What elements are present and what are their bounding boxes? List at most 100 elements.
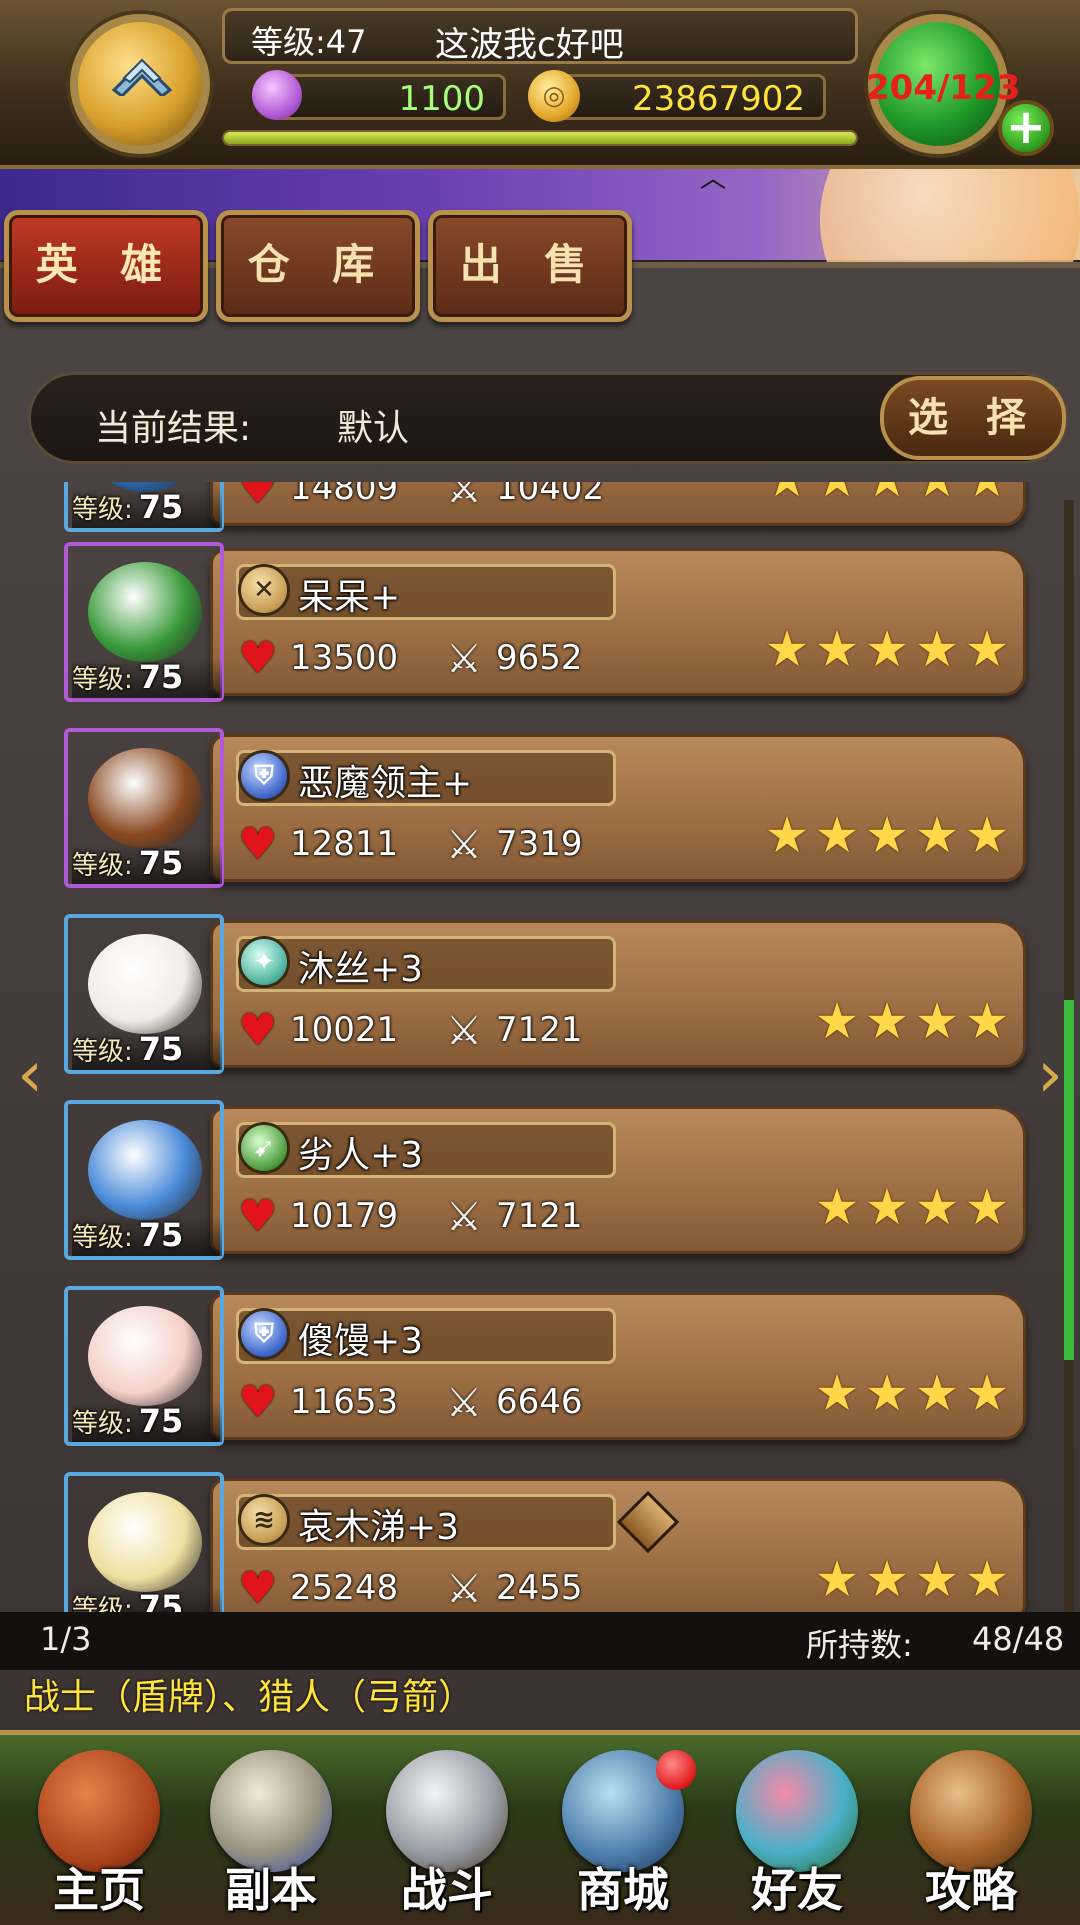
filter-label: 当前结果: [95, 408, 252, 449]
hero-face-icon [88, 934, 202, 1034]
nav-battle-label: 战斗 [401, 1863, 493, 1917]
filter-value: 默认 [337, 408, 410, 449]
hero-face-icon [88, 748, 202, 848]
gem-icon [252, 70, 302, 120]
hero-face-icon [88, 1306, 202, 1406]
hero-hp: 13500 [290, 638, 399, 678]
star-icon: ★ [914, 1364, 960, 1422]
player-info-bar: 等级:47 这波我c好吧 [222, 8, 858, 65]
hero-row[interactable]: 等级: 75 ✦ 沐丝+3 ♥ 10021 ⚔ 7121 ★ ★ ★ ★ [0, 914, 1080, 1084]
chevron-up-icon [111, 58, 173, 96]
player-name: 这波我c好吧 [435, 25, 624, 65]
tab-heroes[interactable]: 英 雄 [4, 210, 208, 322]
heart-icon: ♥ [238, 1191, 278, 1242]
hero-portrait[interactable]: 等级: 75 [64, 1286, 224, 1446]
hero-star-rating: ★ ★ ★ ★ [810, 1550, 1010, 1608]
crossed-swords-icon: ⚔ [446, 1380, 482, 1426]
player-level: 等级:47 [251, 23, 367, 61]
hero-level-label: 等级: [72, 665, 133, 695]
hero-portrait[interactable]: 等级: 75 [64, 1100, 224, 1260]
crossed-swords-icon: ⚔ [446, 1194, 482, 1240]
star-icon: ★ [814, 482, 860, 504]
star-icon: ★ [964, 620, 1010, 678]
hero-portrait[interactable]: 等级: 75 [64, 482, 224, 532]
hero-portrait[interactable]: 等级: 75 [64, 542, 224, 702]
claw-icon: ≋ [238, 1494, 290, 1546]
tab-warehouse[interactable]: 仓 库 [216, 210, 420, 322]
bow-icon: ➹ [238, 1122, 290, 1174]
hero-attack: 2455 [496, 1568, 583, 1608]
hero-row[interactable]: 等级: 75 ≋ 哀木涕+3 ♥ 25248 ⚔ 2455 ★ ★ ★ ★ [0, 1472, 1080, 1612]
tab-sell[interactable]: 出 售 [428, 210, 632, 322]
hero-level-value: 75 [138, 1030, 184, 1068]
nav-guide-label: 攻略 [925, 1863, 1017, 1917]
nav-dungeon-label: 副本 [225, 1863, 317, 1917]
prev-page-arrow[interactable]: ‹ [10, 1040, 50, 1110]
crossed-swords-icon: ⚔ [446, 636, 482, 682]
hero-attack: 6646 [496, 1382, 583, 1422]
hero-portrait[interactable]: 等级: 75 [64, 914, 224, 1074]
hero-level-tag: 等级: 75 [72, 488, 222, 528]
nav-shop[interactable]: 商城 [548, 1736, 698, 1920]
shield-icon: ⛨ [238, 1308, 290, 1360]
hero-star-rating: ★ ★ ★ ★ [810, 992, 1010, 1050]
next-page-arrow[interactable]: › [1030, 1040, 1070, 1110]
star-icon: ★ [864, 1550, 910, 1608]
experience-bar [222, 130, 858, 146]
nav-guide[interactable]: 攻略 [896, 1736, 1046, 1920]
hero-face-icon [88, 1120, 202, 1220]
star-icon: ★ [914, 806, 960, 864]
hero-row[interactable]: 等级: 75 ⛨ 傻馒+3 ♥ 11653 ⚔ 6646 ★ ★ ★ ★ [0, 1286, 1080, 1456]
hero-portrait[interactable]: 等级: 75 [64, 1472, 224, 1612]
hero-level-label: 等级: [72, 851, 133, 881]
hero-row[interactable]: 等级: 75 ✕ 呆呆+ ♥ 13500 ⚔ 9652 ★ ★ ★ ★ ★ [0, 542, 1080, 712]
hero-attack: 7121 [496, 1010, 583, 1050]
star-icon: ★ [864, 806, 910, 864]
hero-row[interactable]: 等级: 75 ➹ 劣人+3 ♥ 10179 ⚔ 7121 ★ ★ ★ ★ [0, 1100, 1080, 1270]
hero-list[interactable]: 等级:75 ✕ ♥ 14809 ⚔ 10402 ★★★★★ 等级:75 ✕ 呆呆… [0, 482, 1080, 1612]
heart-icon: ♥ [238, 1563, 278, 1612]
star-icon: ★ [864, 1178, 910, 1236]
hero-star-rating: ★ ★ ★ ★ [810, 1178, 1010, 1236]
hero-portrait[interactable]: 等级: 75 [64, 728, 224, 888]
energy-orb: 204/123 [866, 14, 1020, 154]
gem-counter: 1100 [268, 74, 506, 120]
shop-notification-badge [656, 1750, 696, 1790]
nav-home-label: 主页 [53, 1863, 145, 1917]
hero-name: 呆呆+ [298, 577, 401, 618]
hero-row[interactable]: 等级:75 ✕ ♥ 14809 ⚔ 10402 ★★★★★ [0, 482, 1080, 542]
heart-icon: ♥ [238, 482, 278, 514]
hero-attack: 7121 [496, 1196, 583, 1236]
hero-face-icon [88, 562, 202, 662]
gold-value: 23867902 [631, 79, 805, 119]
select-filter-button[interactable]: 选 择 [880, 376, 1066, 460]
hero-star-rating: ★★★★★ [760, 620, 1010, 678]
star-icon: ★ [914, 1550, 960, 1608]
staff-icon: ✦ [238, 936, 290, 988]
nav-dungeon[interactable]: 副本 [196, 1736, 346, 1920]
hero-level-value: 75 [138, 1216, 184, 1254]
hero-hp: 14809 [290, 482, 399, 508]
hero-name-box [236, 1122, 616, 1178]
nav-home[interactable]: 主页 [24, 1736, 174, 1920]
hero-row[interactable]: 等级: 75 ⛨ 恶魔领主+ ♥ 12811 ⚔ 7319 ★ ★ ★ ★ ★ [0, 728, 1080, 898]
nav-shop-label: 商城 [577, 1863, 669, 1917]
hero-level-value: 75 [138, 1588, 184, 1612]
level-up-orb[interactable] [70, 14, 210, 154]
add-energy-button[interactable]: + [998, 100, 1054, 156]
star-icon: ★ [814, 806, 860, 864]
nav-friends[interactable]: 好友 [722, 1736, 872, 1920]
hero-name-box [236, 936, 616, 992]
hero-name-box [236, 564, 616, 620]
star-icon: ★ [914, 1178, 960, 1236]
star-icon: ★ [864, 620, 910, 678]
star-icon: ★ [764, 620, 810, 678]
star-icon: ★ [814, 1364, 860, 1422]
list-footer: 1/3 所持数: 48/48 [0, 1612, 1080, 1670]
nav-friends-label: 好友 [751, 1863, 843, 1917]
star-icon: ★ [914, 620, 960, 678]
star-icon: ★ [864, 992, 910, 1050]
gold-counter: 23867902 [540, 74, 826, 120]
nav-battle[interactable]: 战斗 [372, 1736, 522, 1920]
class-hint-text: 战士（盾牌）、猎人（弓箭） [24, 1677, 475, 1718]
